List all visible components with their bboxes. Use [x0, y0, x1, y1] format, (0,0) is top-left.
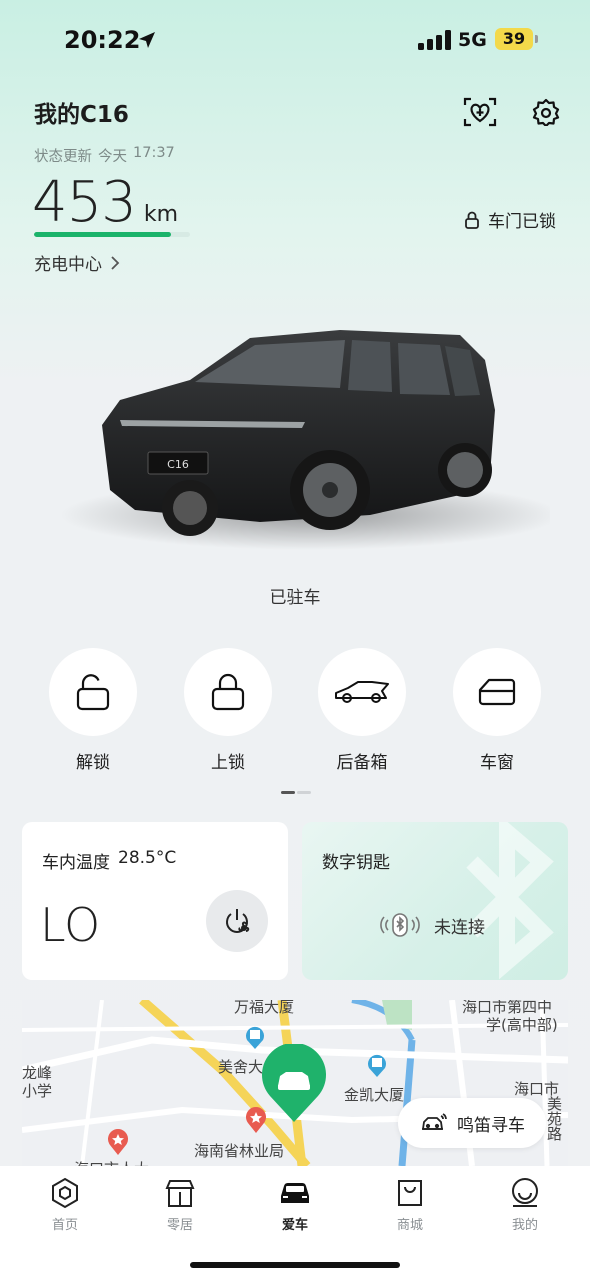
quick-controls: 解锁 上锁 后备箱 车窗 — [0, 648, 590, 778]
cabin-temperature-value: 28.5°C — [118, 848, 177, 868]
range-unit: km — [143, 202, 179, 227]
page-dot-active — [281, 791, 295, 794]
map-poi-building-icon — [368, 1054, 386, 1077]
lock-icon — [211, 673, 245, 711]
climate-power-button[interactable] — [206, 890, 268, 952]
battery-tip — [535, 35, 538, 43]
unlock-button-circle[interactable] — [49, 648, 137, 736]
digital-key-card[interactable]: 数字钥匙 未连接 — [302, 822, 568, 980]
settings-button[interactable] — [527, 93, 565, 131]
unlock-icon — [76, 674, 110, 711]
cabin-temperature-card[interactable]: 车内温度 28.5°C LO — [22, 822, 288, 980]
chevron-right-icon — [111, 255, 120, 270]
trunk-icon — [335, 681, 389, 703]
tab-home-label: 首页 — [51, 1218, 78, 1233]
location-arrow-icon — [139, 32, 155, 48]
bluetooth-icon — [380, 913, 420, 937]
tab-profile-label: 我的 — [511, 1218, 538, 1233]
range-bar-fill — [34, 232, 172, 237]
status-update-row: 状态更新 今天 17:37 — [34, 145, 175, 166]
trunk-button[interactable]: 后备箱 — [317, 648, 407, 773]
home-indicator — [190, 1262, 400, 1268]
update-label: 状态更新 — [34, 149, 92, 165]
parking-status: 已驻车 — [269, 588, 321, 608]
update-day: 今天 — [98, 149, 127, 165]
map-label: 金凯大厦 — [344, 1086, 405, 1104]
horn-car-icon — [422, 1113, 447, 1130]
status-bar: 20:22 5G 39 — [0, 0, 590, 80]
window-icon — [478, 678, 516, 706]
house-icon — [165, 1180, 195, 1207]
svg-text:C16: C16 — [167, 458, 189, 471]
tab-home-living-label: 零居 — [166, 1218, 193, 1233]
charging-center-link[interactable]: 充电中心 — [34, 250, 120, 275]
tab-profile[interactable]: 我的 — [485, 1176, 565, 1233]
digital-key-status-label: 未连接 — [434, 917, 485, 938]
horn-find-car-label: 鸣笛寻车 — [457, 1115, 525, 1136]
door-status-label: 车门已锁 — [488, 212, 556, 232]
network-type: 5G — [458, 29, 487, 51]
unlock-label: 解锁 — [76, 753, 110, 773]
status-time: 20:22 — [64, 26, 141, 54]
tab-shop-label: 商城 — [396, 1218, 423, 1233]
page-dot — [297, 791, 311, 794]
tab-my-car[interactable]: 爱车 — [255, 1176, 335, 1233]
car-icon — [281, 1182, 309, 1203]
heart-scan-icon — [463, 97, 497, 127]
bluetooth-watermark-icon — [466, 822, 554, 980]
lock-label: 上锁 — [211, 753, 245, 773]
window-button-circle[interactable] — [453, 648, 541, 736]
page-indicator — [281, 791, 311, 794]
update-time: 17:37 — [133, 145, 175, 161]
door-status: 车门已锁 — [464, 207, 556, 232]
tab-shop[interactable]: 商城 — [370, 1176, 450, 1233]
horn-find-car-button[interactable]: 鸣笛寻车 — [398, 1098, 546, 1148]
unlock-button[interactable]: 解锁 — [48, 648, 138, 773]
vehicle-health-button[interactable] — [460, 93, 500, 131]
map-label: 美苑路 — [545, 1096, 563, 1141]
digital-key-status: 未连接 — [378, 910, 485, 940]
digital-key-title: 数字钥匙 — [322, 853, 390, 873]
trunk-label: 后备箱 — [336, 753, 388, 773]
battery-level: 39 — [502, 29, 526, 48]
ac-setting: LO — [40, 898, 101, 952]
car-title: 我的C16 — [34, 102, 129, 128]
lock-button[interactable]: 上锁 — [183, 648, 273, 773]
map-label: 学(高中部) — [486, 1016, 558, 1034]
window-button[interactable]: 车窗 — [452, 648, 542, 773]
range-bar — [34, 232, 190, 237]
shopping-bag-icon — [398, 1180, 422, 1206]
profile-icon — [512, 1178, 538, 1207]
tab-home[interactable]: 首页 — [25, 1176, 105, 1233]
padlock-icon — [465, 211, 479, 229]
map-label: 海南省林业局 — [194, 1142, 285, 1160]
home-hexagon-icon — [52, 1177, 78, 1209]
map-label: 海口市人大 — [74, 1158, 149, 1166]
cabin-temperature-title-row: 车内温度 28.5°C — [42, 848, 176, 873]
battery-icon: 39 — [495, 28, 533, 50]
car-image: C16 — [60, 330, 550, 550]
window-label: 车窗 — [480, 753, 514, 773]
map-label: 万福大厦 — [234, 1000, 295, 1016]
tab-home-living[interactable]: 零居 — [140, 1176, 220, 1233]
map-poi-star-icon — [108, 1129, 128, 1155]
charging-center-label: 充电中心 — [34, 255, 102, 275]
range-value: 453 — [32, 170, 137, 235]
power-fan-icon — [226, 909, 250, 933]
tab-my-car-label: 爱车 — [281, 1218, 308, 1233]
map-label: 小学 — [22, 1082, 53, 1100]
cabin-temperature-title: 车内温度 — [42, 853, 110, 873]
lock-button-circle[interactable] — [184, 648, 272, 736]
range-display: 453 km — [32, 170, 178, 235]
car-location-pin-icon[interactable] — [260, 1044, 328, 1124]
map-label: 美舍大 — [218, 1058, 264, 1076]
cellular-signal-icon — [418, 30, 452, 50]
trunk-button-circle[interactable] — [318, 648, 406, 736]
gear-icon — [532, 98, 560, 126]
